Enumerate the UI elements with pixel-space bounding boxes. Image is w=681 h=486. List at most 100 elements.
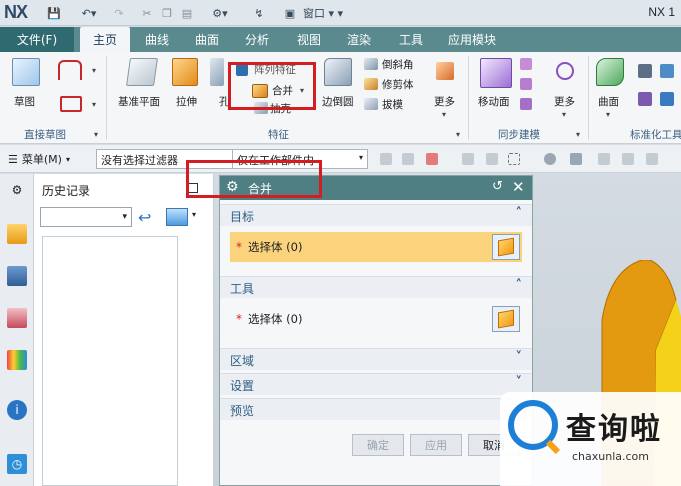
snap-icon[interactable] bbox=[622, 153, 634, 165]
tab-surface[interactable]: 曲面 bbox=[186, 27, 228, 52]
assembly-navigator-icon[interactable] bbox=[7, 224, 27, 244]
apply-button[interactable]: 应用 bbox=[410, 434, 462, 456]
section-target-label: 目标 bbox=[230, 210, 255, 224]
section-target[interactable]: 目标 ˄ bbox=[220, 204, 532, 226]
rectangle-icon[interactable] bbox=[60, 96, 82, 112]
chevron-down-icon[interactable]: ▾ bbox=[192, 210, 196, 219]
undo-icon[interactable]: ↶▾ bbox=[78, 4, 100, 22]
sync-more-dropdown-icon[interactable]: ▾ bbox=[562, 110, 566, 119]
more-features-icon[interactable] bbox=[436, 62, 454, 80]
selection-box-icon[interactable] bbox=[508, 153, 520, 165]
constraint-navigator-icon[interactable] bbox=[7, 266, 27, 286]
paste-icon[interactable]: ▤ bbox=[180, 4, 194, 22]
required-asterisk: * bbox=[236, 240, 242, 254]
section-tool[interactable]: 工具 ˄ bbox=[220, 276, 532, 298]
direct-sketch-group-menu-icon[interactable]: ▾ bbox=[94, 130, 98, 139]
tab-home[interactable]: 主页 bbox=[80, 27, 130, 52]
save-icon[interactable]: 💾 bbox=[46, 4, 62, 22]
gear-icon[interactable]: ⚙ bbox=[7, 180, 27, 200]
tab-curve[interactable]: 曲线 bbox=[136, 27, 178, 52]
snap-icon[interactable] bbox=[402, 153, 414, 165]
copy-icon[interactable]: ❐ bbox=[160, 4, 174, 22]
sync-tool-icon[interactable] bbox=[520, 58, 532, 70]
standard-tool-icon[interactable] bbox=[660, 92, 674, 106]
tab-tools[interactable]: 工具 bbox=[390, 27, 432, 52]
history-filter-select[interactable]: ▾ bbox=[40, 207, 132, 227]
chamfer-icon[interactable] bbox=[364, 58, 378, 70]
history-title: 历史记录 bbox=[42, 184, 91, 198]
history-list[interactable] bbox=[42, 236, 178, 486]
tab-application[interactable]: 应用模块 bbox=[440, 27, 504, 52]
standard-tool-icon[interactable] bbox=[660, 64, 674, 78]
select-body-button[interactable] bbox=[492, 306, 520, 332]
more-features-dropdown-icon[interactable]: ▾ bbox=[442, 110, 446, 119]
nx-logo: NX bbox=[4, 2, 28, 22]
trim-body-label: 修剪体 bbox=[382, 79, 414, 91]
reset-icon[interactable]: ↺ bbox=[492, 179, 503, 194]
standard-tool-icon[interactable] bbox=[638, 92, 652, 106]
snap-icon[interactable] bbox=[462, 153, 474, 165]
surface-icon[interactable] bbox=[596, 58, 624, 86]
draft-icon[interactable] bbox=[364, 98, 378, 110]
touch-mode-icon[interactable]: ⚙▾ bbox=[208, 4, 232, 22]
section-region[interactable]: 区域 ˅ bbox=[220, 348, 532, 370]
section-settings[interactable]: 设置 ˅ bbox=[220, 373, 532, 395]
tab-view[interactable]: 视图 bbox=[288, 27, 330, 52]
redo-icon[interactable]: ↷ bbox=[112, 4, 126, 22]
reuse-library-icon[interactable] bbox=[7, 350, 27, 370]
window-menu[interactable]: 窗口 ▾ ▾ bbox=[298, 4, 348, 22]
history-icon[interactable]: ◷ bbox=[7, 454, 27, 474]
sync-more-icon[interactable] bbox=[556, 62, 574, 80]
snap-icon[interactable] bbox=[486, 153, 498, 165]
feature-group-label: 特征 bbox=[268, 129, 289, 141]
watermark: 查询啦 chaxunla.com bbox=[500, 392, 681, 486]
select-body-button[interactable] bbox=[492, 234, 520, 260]
snap-icon[interactable] bbox=[646, 153, 658, 165]
sync-more-label[interactable]: 更多 bbox=[554, 94, 575, 109]
sync-tool-icon[interactable] bbox=[520, 78, 532, 90]
trim-body-icon[interactable] bbox=[364, 78, 378, 90]
standard-tool-icon[interactable] bbox=[638, 64, 652, 78]
snap-icon[interactable] bbox=[544, 153, 556, 165]
tab-render[interactable]: 渲染 bbox=[338, 27, 380, 52]
tab-analysis[interactable]: 分析 bbox=[236, 27, 278, 52]
snap-icon[interactable] bbox=[570, 153, 582, 165]
sync-tool-icon[interactable] bbox=[520, 98, 532, 110]
repeat-command-icon[interactable]: ↯ bbox=[250, 4, 268, 22]
chevron-down-icon: ▾ bbox=[358, 153, 363, 162]
datum-plane-icon[interactable] bbox=[126, 58, 158, 86]
close-icon[interactable]: ✕ bbox=[512, 178, 525, 196]
snap-icon[interactable] bbox=[380, 153, 392, 165]
more-features-label[interactable]: 更多 bbox=[434, 94, 455, 109]
ok-button[interactable]: 确定 bbox=[352, 434, 404, 456]
hole-icon[interactable] bbox=[210, 58, 224, 86]
move-face-icon[interactable] bbox=[480, 58, 512, 88]
feature-group-menu-icon[interactable]: ▾ bbox=[456, 130, 460, 139]
snap-icon[interactable] bbox=[426, 153, 438, 165]
surface-dropdown-icon[interactable]: ▾ bbox=[606, 110, 610, 119]
file-menu-tab[interactable]: 文件(F) bbox=[0, 27, 74, 52]
section-preview[interactable]: 预览 bbox=[220, 398, 532, 420]
extrude-icon[interactable] bbox=[172, 58, 198, 86]
window-icon[interactable]: ▣ bbox=[284, 4, 296, 22]
surface-label: 曲面 bbox=[598, 96, 619, 108]
highlight-box-unite bbox=[228, 62, 316, 110]
image-icon[interactable] bbox=[166, 208, 188, 226]
info-icon[interactable]: i bbox=[7, 400, 27, 420]
curve-dropdown-icon[interactable]: ▾ bbox=[92, 66, 96, 75]
part-navigator-icon[interactable] bbox=[7, 308, 27, 328]
cut-icon[interactable]: ✂ bbox=[140, 4, 154, 22]
main-menu-button[interactable]: ☰ 菜单(M) ▾ bbox=[8, 151, 70, 167]
sketch-icon[interactable] bbox=[12, 58, 40, 86]
tool-body-selector[interactable]: * 选择体 (0) bbox=[230, 304, 522, 334]
rectangle-dropdown-icon[interactable]: ▾ bbox=[92, 100, 96, 109]
curve-icon[interactable] bbox=[58, 60, 82, 80]
chevron-down-icon: ▾ bbox=[122, 212, 127, 222]
target-body-selector[interactable]: * 选择体 (0) bbox=[230, 232, 522, 262]
back-arrow-icon[interactable]: ↩ bbox=[138, 208, 151, 227]
sync-group-menu-icon[interactable]: ▾ bbox=[576, 130, 580, 139]
snap-icon[interactable] bbox=[598, 153, 610, 165]
menu-icon: ☰ bbox=[8, 152, 18, 166]
window-title: NX 1 bbox=[648, 5, 675, 19]
edge-blend-icon[interactable] bbox=[324, 58, 352, 86]
